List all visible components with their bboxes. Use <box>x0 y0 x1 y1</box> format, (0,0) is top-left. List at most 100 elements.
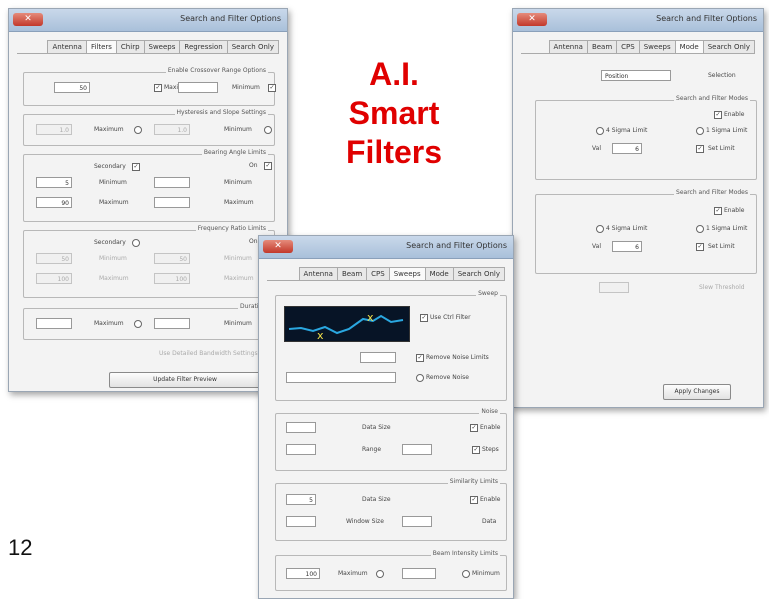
min-intensity-radio[interactable] <box>462 570 470 578</box>
tab-search-only[interactable]: Search Only <box>226 40 279 53</box>
max-radio[interactable] <box>134 126 142 134</box>
tab-bar: Antenna Filters Chirp Sweeps Regression … <box>17 40 279 54</box>
min-input[interactable]: 1.0 <box>36 124 72 135</box>
heading-line-3: Filters <box>345 134 443 170</box>
tab-chirp[interactable]: Chirp <box>115 40 145 53</box>
tab-sweeps[interactable]: Sweeps <box>638 40 676 53</box>
tab-beam[interactable]: Beam <box>586 40 618 53</box>
close-button[interactable]: ✕ <box>263 240 293 253</box>
update-preview-button[interactable]: Update Filter Preview <box>109 372 261 388</box>
page-number: 12 <box>8 535 33 560</box>
group-hysteresis: Hysteresis and Slope Settings 1.0 Maximu… <box>23 109 275 146</box>
enable-checkbox[interactable]: ✓ <box>714 111 722 119</box>
option-checkbox[interactable]: ✓ <box>696 243 704 251</box>
max-input[interactable] <box>36 318 72 329</box>
min-input[interactable]: 50 <box>54 82 90 93</box>
selection-dropdown[interactable]: Position <box>601 70 671 81</box>
min-intensity-input[interactable] <box>402 568 436 579</box>
option-radio[interactable] <box>696 127 704 135</box>
secondary-checkbox[interactable]: ✓ <box>132 163 140 171</box>
remove-noise-radio[interactable] <box>416 374 424 382</box>
value-input[interactable]: 1.0 <box>154 124 190 135</box>
tab-search-only[interactable]: Search Only <box>702 40 755 53</box>
tab-regression[interactable]: Regression <box>179 40 228 53</box>
min-input[interactable] <box>154 318 190 329</box>
max-radio[interactable] <box>134 320 142 328</box>
tab-antenna[interactable]: Antenna <box>298 267 338 280</box>
tab-mode[interactable]: Mode <box>424 267 454 280</box>
group-similarity: Similarity Limits 5 Data Size ✓ Enable W… <box>275 478 507 541</box>
min-checkbox[interactable]: ✓ <box>268 84 276 92</box>
option-radio[interactable] <box>696 225 704 233</box>
window-titlebar[interactable]: ✕ Search and Filter Options <box>513 9 763 32</box>
max-checkbox[interactable]: ✓ <box>154 84 162 92</box>
min-radio[interactable] <box>264 126 272 134</box>
noise-limits-checkbox[interactable]: ✓ <box>416 354 424 362</box>
sim-data-size-input[interactable]: 5 <box>286 494 316 505</box>
val-input[interactable]: 6 <box>612 143 642 154</box>
max-input[interactable] <box>154 197 190 208</box>
marker-x-1: x <box>367 311 374 324</box>
min-input[interactable]: 5 <box>36 177 72 188</box>
secondary-label: Secondary <box>94 239 126 246</box>
sim-window-input[interactable] <box>286 516 316 527</box>
tab-antenna[interactable]: Antenna <box>47 40 87 53</box>
label: Minimum <box>232 84 260 91</box>
on-checkbox[interactable]: ✓ <box>264 162 272 170</box>
val-input[interactable]: 6 <box>612 241 642 252</box>
group-modes-2: Search and Filter Modes Enable ✓ 1 Sigma… <box>535 189 757 274</box>
close-button[interactable]: ✕ <box>517 13 547 26</box>
steps-checkbox[interactable]: ✓ <box>472 446 480 454</box>
tab-antenna[interactable]: Antenna <box>548 40 588 53</box>
filter-window-center: ✕ Search and Filter Options Antenna Beam… <box>258 235 514 599</box>
window-titlebar[interactable]: ✕ Search and Filter Options <box>9 9 287 32</box>
group-modes-1: Search and Filter Modes Enable ✓ 1 Sigma… <box>535 95 757 180</box>
noise-limit-input[interactable] <box>360 352 396 363</box>
tab-beam[interactable]: Beam <box>336 267 368 280</box>
marker-x-2: x <box>317 329 324 341</box>
option-checkbox[interactable]: ✓ <box>696 145 704 153</box>
secondary-radio[interactable] <box>132 239 140 247</box>
option-radio[interactable] <box>596 127 604 135</box>
option-radio[interactable] <box>596 225 604 233</box>
window-titlebar[interactable]: ✕ Search and Filter Options <box>259 236 513 259</box>
max-input[interactable]: 100 <box>154 273 190 284</box>
close-button[interactable]: ✕ <box>13 13 43 26</box>
min-input[interactable]: 50 <box>36 253 72 264</box>
threshold-input[interactable] <box>599 282 629 293</box>
tab-mode[interactable]: Mode <box>674 40 704 53</box>
noise-input[interactable] <box>286 372 396 383</box>
tab-sweeps[interactable]: Sweeps <box>143 40 181 53</box>
group-label: Similarity Limits <box>447 478 500 485</box>
max-input[interactable]: 100 <box>36 273 72 284</box>
ctrl-filter-checkbox[interactable]: ✓ <box>420 314 428 322</box>
value-input[interactable] <box>178 82 218 93</box>
max-intensity-input[interactable]: 100 <box>286 568 320 579</box>
tab-bar: Antenna Beam CPS Sweeps Mode Search Only <box>521 40 755 54</box>
tab-search-only[interactable]: Search Only <box>452 267 505 280</box>
group-label: Sweep <box>476 290 500 297</box>
data-size-input[interactable] <box>286 422 316 433</box>
max-label: Maximum <box>94 320 124 327</box>
min-input[interactable]: 50 <box>154 253 190 264</box>
sim-data-input[interactable] <box>402 516 432 527</box>
max-input[interactable]: 90 <box>36 197 72 208</box>
sim-enable-checkbox[interactable]: ✓ <box>470 496 478 504</box>
min-input[interactable] <box>154 177 190 188</box>
tab-sweeps[interactable]: Sweeps <box>388 267 426 280</box>
max-label: Maximum <box>224 275 254 282</box>
steps-input[interactable] <box>402 444 432 455</box>
apply-changes-button[interactable]: Apply Changes <box>663 384 731 400</box>
heading-line-2: Smart <box>348 95 440 131</box>
tab-cps[interactable]: CPS <box>366 267 390 280</box>
max-intensity-radio[interactable] <box>376 570 384 578</box>
max-label: Maximum <box>99 199 129 206</box>
slide-heading: A.I. Smart Filters <box>320 55 468 172</box>
min-label: Minimum <box>224 126 252 133</box>
tab-filters[interactable]: Filters <box>85 40 117 53</box>
range-input[interactable] <box>286 444 316 455</box>
noise-limits-label: Remove Noise Limits <box>426 354 489 361</box>
noise-enable-checkbox[interactable]: ✓ <box>470 424 478 432</box>
enable-checkbox[interactable]: ✓ <box>714 207 722 215</box>
tab-cps[interactable]: CPS <box>616 40 640 53</box>
